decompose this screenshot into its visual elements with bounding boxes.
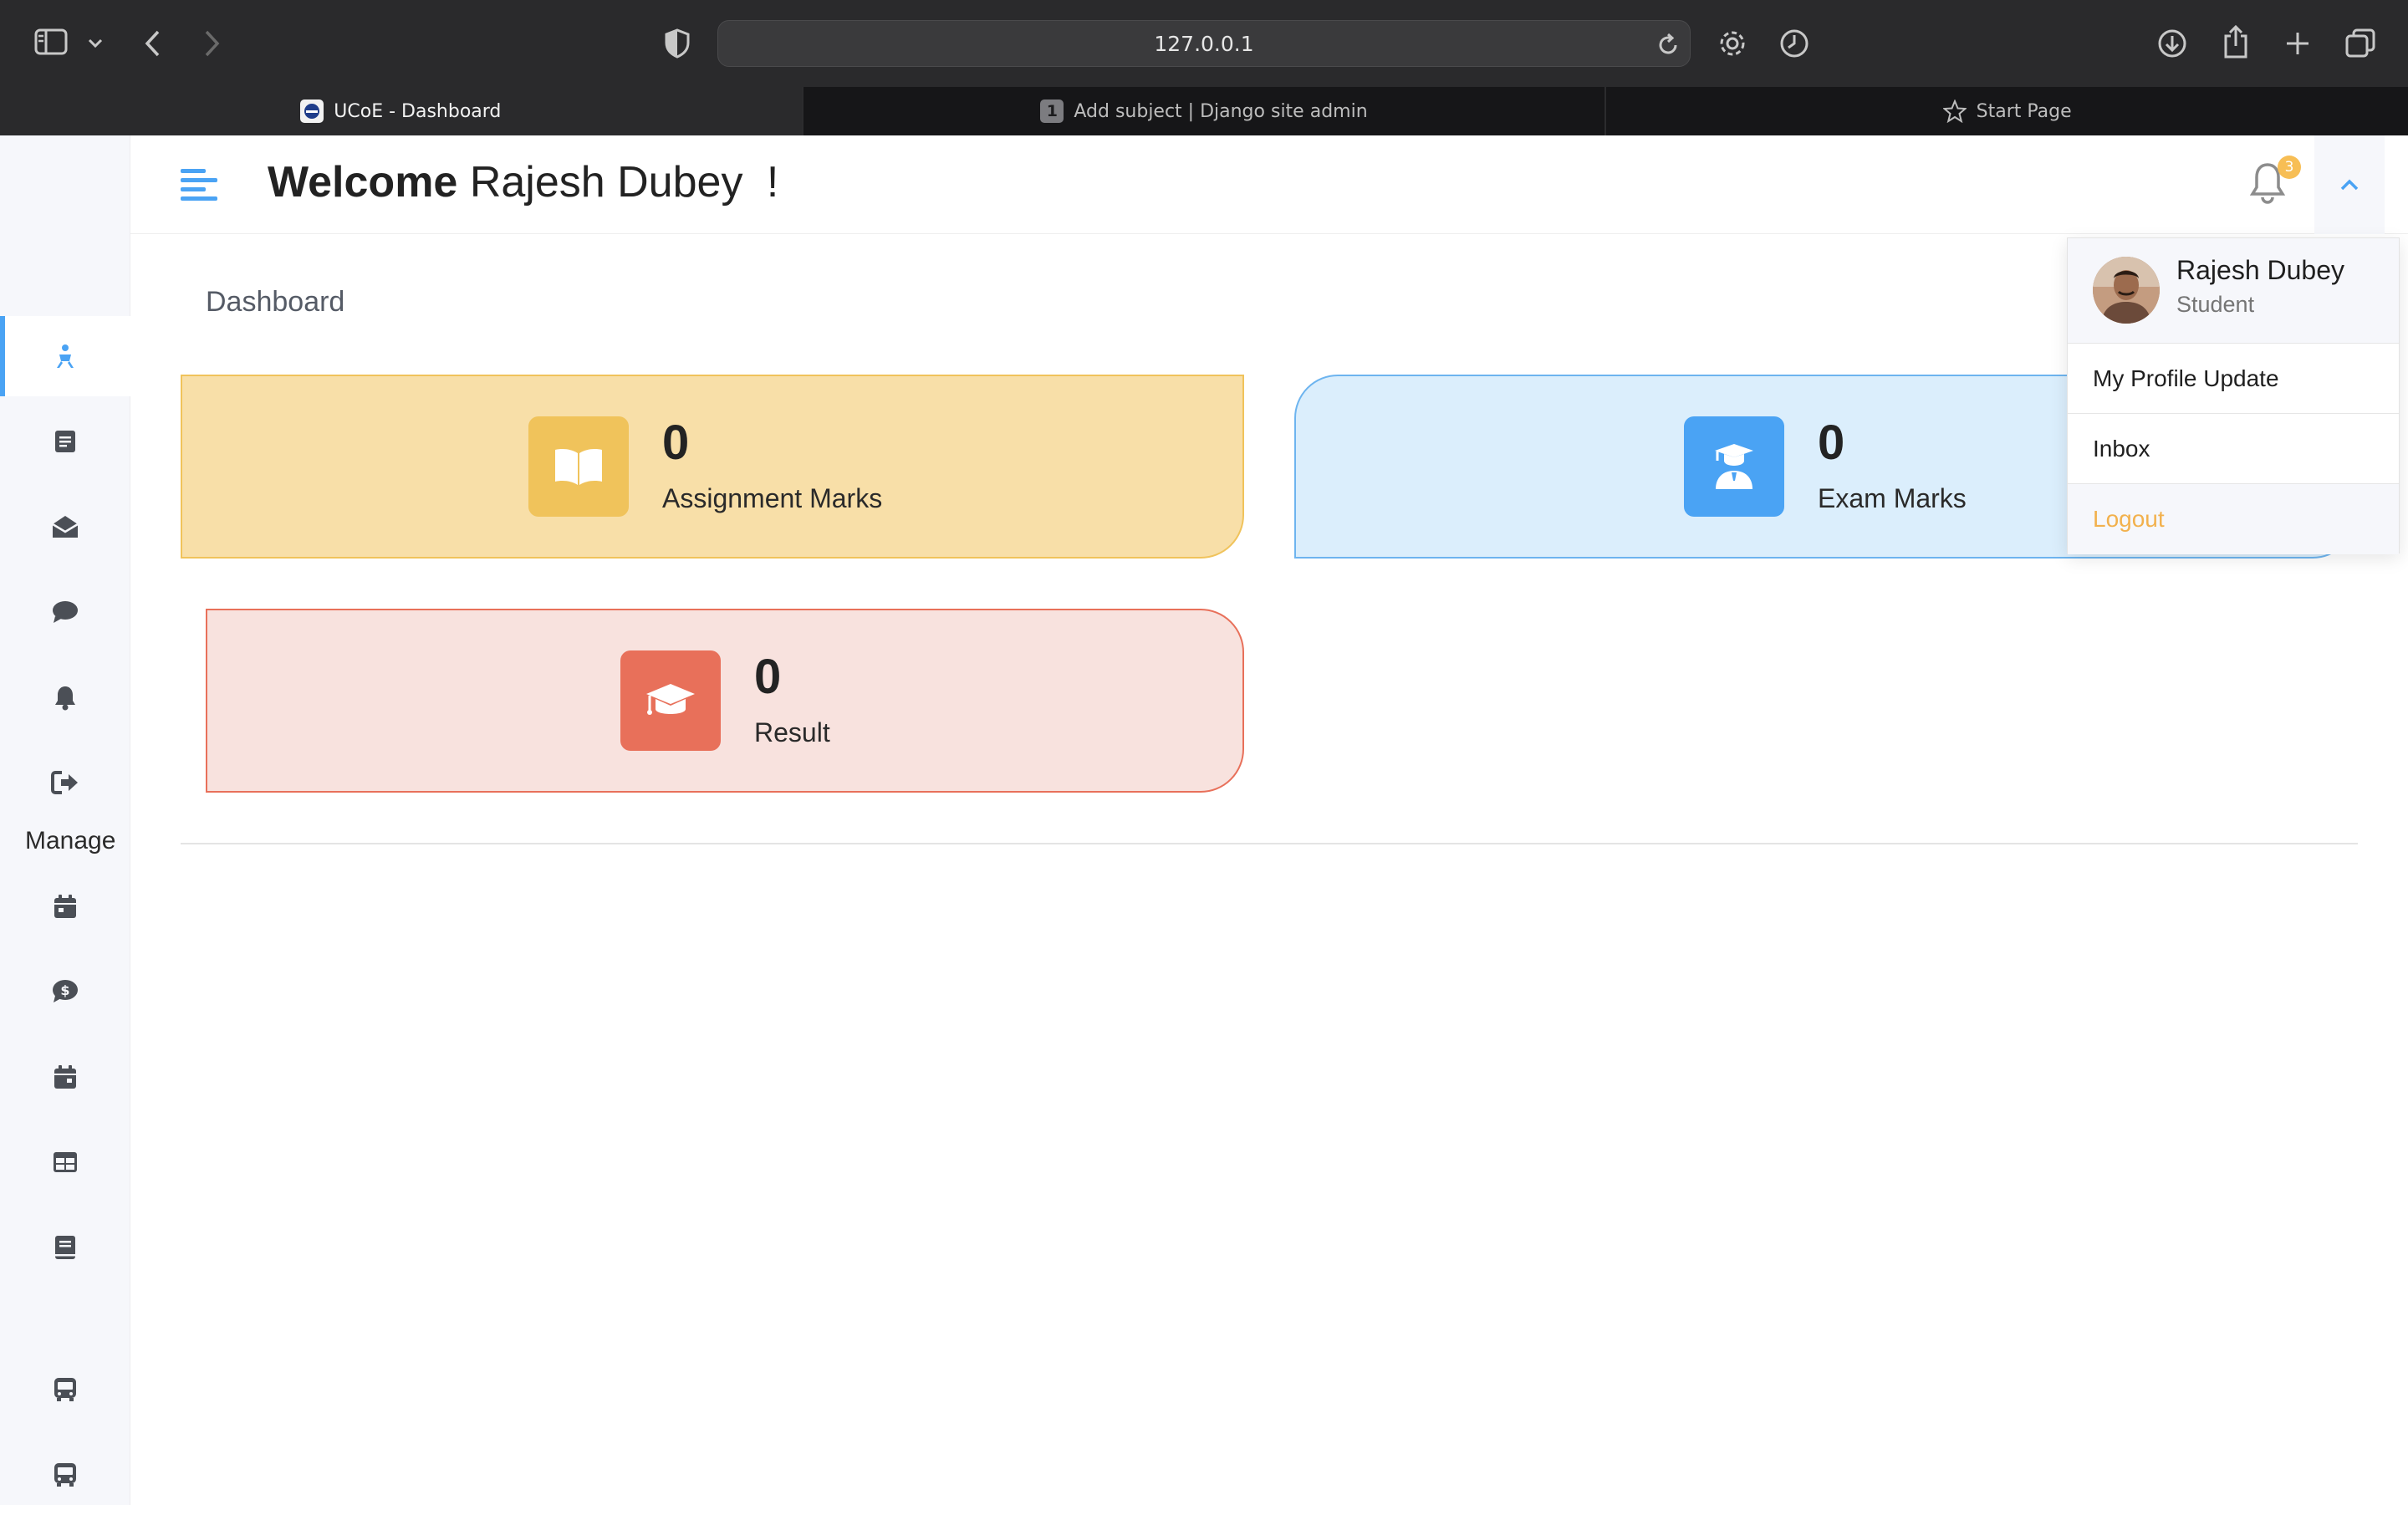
tab-number-badge: 1 [1040,99,1064,123]
tab-ucoe-dashboard[interactable]: UCoE - Dashboard [0,87,802,135]
sidebar-item-chat[interactable] [0,572,130,652]
bus-icon [52,1376,79,1403]
tab-django-admin[interactable]: 1 Add subject | Django site admin [801,87,1605,135]
sidebar-section-manage: Manage [25,827,116,854]
assignment-marks-label: Assignment Marks [662,483,883,513]
sidebar-item-table[interactable] [0,1122,130,1202]
assignment-marks-value: 0 [662,416,690,470]
notification-count-badge: 3 [2278,156,2301,179]
sidebar-item-inbox[interactable] [0,487,130,567]
menu-item-profile-update[interactable]: My Profile Update [2068,344,2399,414]
chevron-up-icon [2339,178,2360,191]
download-icon[interactable] [2154,25,2191,62]
table-icon [52,1150,79,1174]
browser-toolbar: 127.0.0.1 [0,0,2408,87]
welcome-exclamation: ! [766,158,779,207]
profile-dropdown-menu: Rajesh Dubey Student My Profile Update I… [2067,237,2400,554]
sidebar-item-hostel-transport[interactable] [0,1435,130,1515]
tab-label: Add subject | Django site admin [1074,100,1368,122]
inbox-icon [51,514,79,539]
history-clock-icon[interactable] [1776,25,1813,62]
back-icon[interactable] [137,25,167,62]
content-divider [181,843,2358,844]
book-open-icon [528,416,629,517]
new-tab-plus-icon[interactable] [2279,25,2316,62]
profile-summary: Rajesh Dubey Student [2068,238,2399,344]
sidebar-item-logout[interactable] [0,742,130,823]
exam-marks-value: 0 [1818,416,1845,470]
tab-overview-icon[interactable] [2341,25,2380,62]
assignment-marks-card[interactable]: 0 Assignment Marks [181,375,1244,559]
assignment-icon [54,429,77,454]
menu-item-logout[interactable]: Logout [2068,484,2399,554]
chat-icon [51,599,79,625]
menu-item-inbox[interactable]: Inbox [2068,414,2399,484]
calendar-icon [53,1064,78,1090]
profile-dropdown-toggle[interactable] [2314,135,2385,234]
welcome-word: Welcome [268,158,458,207]
reload-icon[interactable] [1655,31,1681,58]
star-icon [1942,99,1967,123]
forward-icon[interactable] [197,25,227,62]
exam-marks-label: Exam Marks [1818,483,1967,513]
url-text[interactable]: 127.0.0.1 [718,21,1690,66]
profile-role: Student [2176,292,2255,317]
tab-start-page[interactable]: Start Page [1604,87,2408,135]
sidebar-item-timetable[interactable] [0,1037,130,1117]
graduate-user-icon [1684,416,1784,517]
sidebar: Manage $ [0,135,130,1505]
welcome-heading: Welcome Rajesh Dubey ! [268,157,778,207]
svg-text:$: $ [60,982,69,998]
book-icon [54,1234,77,1261]
welcome-user-name: Rajesh Dubey [469,158,743,207]
dashboard-icon [52,343,79,370]
bus-icon [52,1461,79,1488]
browser-tab-bar: UCoE - Dashboard 1 Add subject | Django … [0,87,2408,135]
settings-gear-icon[interactable] [1714,25,1751,62]
tab-label: UCoE - Dashboard [334,100,502,122]
fees-dollar-icon: $ [51,978,79,1005]
sidebar-item-dashboard[interactable] [0,316,130,396]
menu-toggle-button[interactable] [179,166,219,204]
ucoe-favicon-icon [300,99,324,123]
sidebar-item-notifications[interactable] [0,657,130,737]
tab-label: Start Page [1976,100,2072,122]
page-title: Dashboard [206,286,345,318]
graduation-cap-icon [620,650,721,751]
sidebar-toggle-icon[interactable] [32,25,70,59]
chevron-down-icon[interactable] [84,32,107,55]
result-value: 0 [754,650,782,704]
share-icon[interactable] [2217,22,2254,62]
result-card[interactable]: 0 Result [206,609,1244,793]
result-label: Result [754,717,830,747]
sidebar-item-fees[interactable]: $ [0,951,130,1032]
profile-name: Rajesh Dubey [2176,255,2344,285]
app-header: Welcome Rajesh Dubey ! 3 [130,135,2408,234]
calendar-icon [53,893,78,920]
address-bar[interactable]: 127.0.0.1 [717,20,1691,67]
sidebar-item-library[interactable] [0,1207,130,1288]
shield-icon[interactable] [661,25,694,62]
logout-icon [51,770,79,795]
avatar [2093,257,2160,324]
hamburger-menu-icon [179,166,219,204]
notification-icon [53,684,78,711]
sidebar-item-assignments[interactable] [0,401,130,482]
sidebar-item-calendar[interactable] [0,866,130,946]
sidebar-item-transport[interactable] [0,1349,130,1430]
